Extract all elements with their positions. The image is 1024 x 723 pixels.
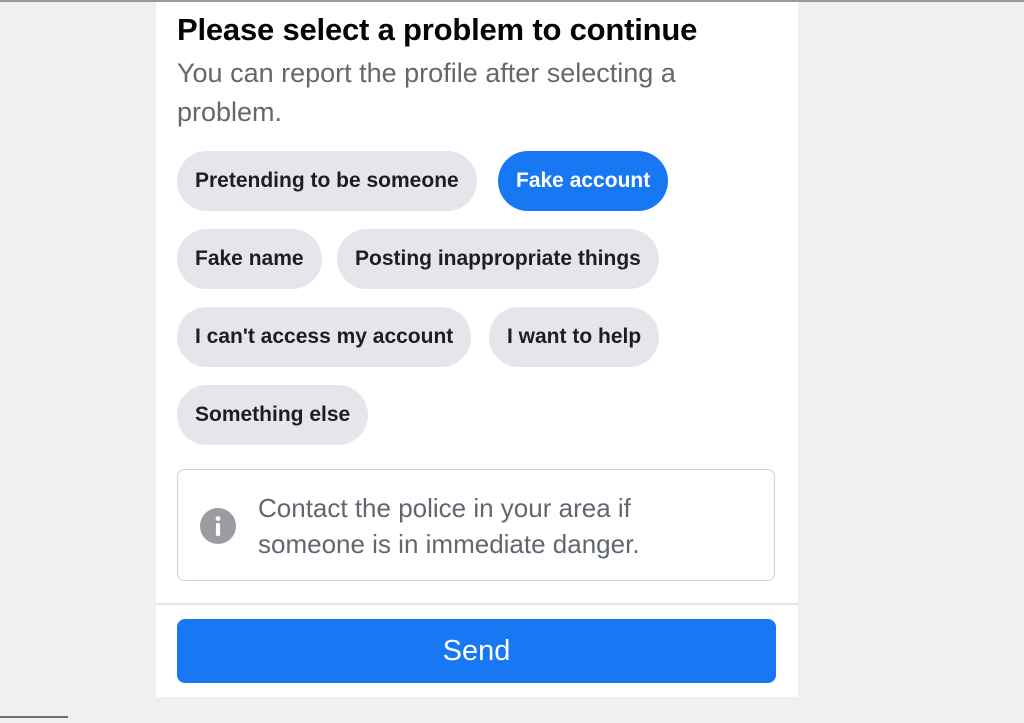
dialog-heading: Please select a problem to continue bbox=[177, 12, 698, 47]
option-posting-inappropriate-things[interactable]: Posting inappropriate things bbox=[337, 229, 659, 289]
option-pretending-to-be-someone[interactable]: Pretending to be someone bbox=[177, 151, 477, 211]
dialog-subtext: You can report the profile after selecti… bbox=[177, 58, 676, 127]
report-dialog: Please select a problem to continue You … bbox=[156, 2, 798, 697]
footer-divider bbox=[156, 603, 798, 605]
option-fake-account[interactable]: Fake account bbox=[498, 151, 669, 211]
option-cant-access-account[interactable]: I can't access my account bbox=[177, 307, 472, 367]
send-button[interactable]: Send bbox=[177, 619, 776, 683]
safety-notice: Contact the police in your area if someo… bbox=[177, 469, 775, 581]
info-icon bbox=[200, 508, 236, 544]
option-want-to-help[interactable]: I want to help bbox=[489, 307, 660, 367]
option-fake-name[interactable]: Fake name bbox=[177, 229, 322, 289]
bottom-left-divider bbox=[0, 716, 68, 718]
notice-text: Contact the police in your area if someo… bbox=[258, 493, 640, 559]
option-something-else[interactable]: Something else bbox=[177, 385, 369, 445]
